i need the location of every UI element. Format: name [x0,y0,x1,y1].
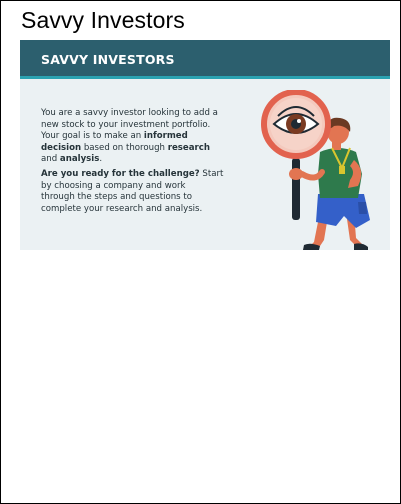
intro-line: and [41,154,60,164]
intro-card: SAVVY INVESTORS You are a savvy investor… [20,40,390,250]
emphasis-informed: informed [143,131,188,141]
intro-line: You are a savvy investor looking to add … [41,108,218,118]
emphasis-decision: decision [41,142,82,153]
challenge-line: through the steps and questions to [41,192,192,202]
emphasis-analysis: analysis [59,154,100,164]
page-title: Savvy Investors [21,7,185,33]
intro-line: based on thorough [81,142,168,153]
page-frame: Savvy Investors SAVVY INVESTORS You are … [0,0,401,504]
intro-line: new stock to your investment portfolio. [41,119,211,130]
banner-title: SAVVY INVESTORS [41,52,175,67]
intro-paragraph: You are a savvy investor looking to add … [41,108,259,166]
challenge-line: Start [199,169,224,179]
challenge-line: complete your research and analysis. [41,203,203,214]
intro-line: Your goal is to make an [41,131,144,141]
emphasis-research: research [167,142,210,153]
intro-line: . [99,154,103,164]
investor-with-magnifying-glass-icon [261,90,370,250]
challenge-paragraph: Are you ready for the challenge? Start b… [41,169,259,215]
challenge-question: Are you ready for the challenge? [41,169,200,179]
banner: SAVVY INVESTORS [20,40,390,79]
challenge-line: by choosing a company and work [41,180,186,191]
